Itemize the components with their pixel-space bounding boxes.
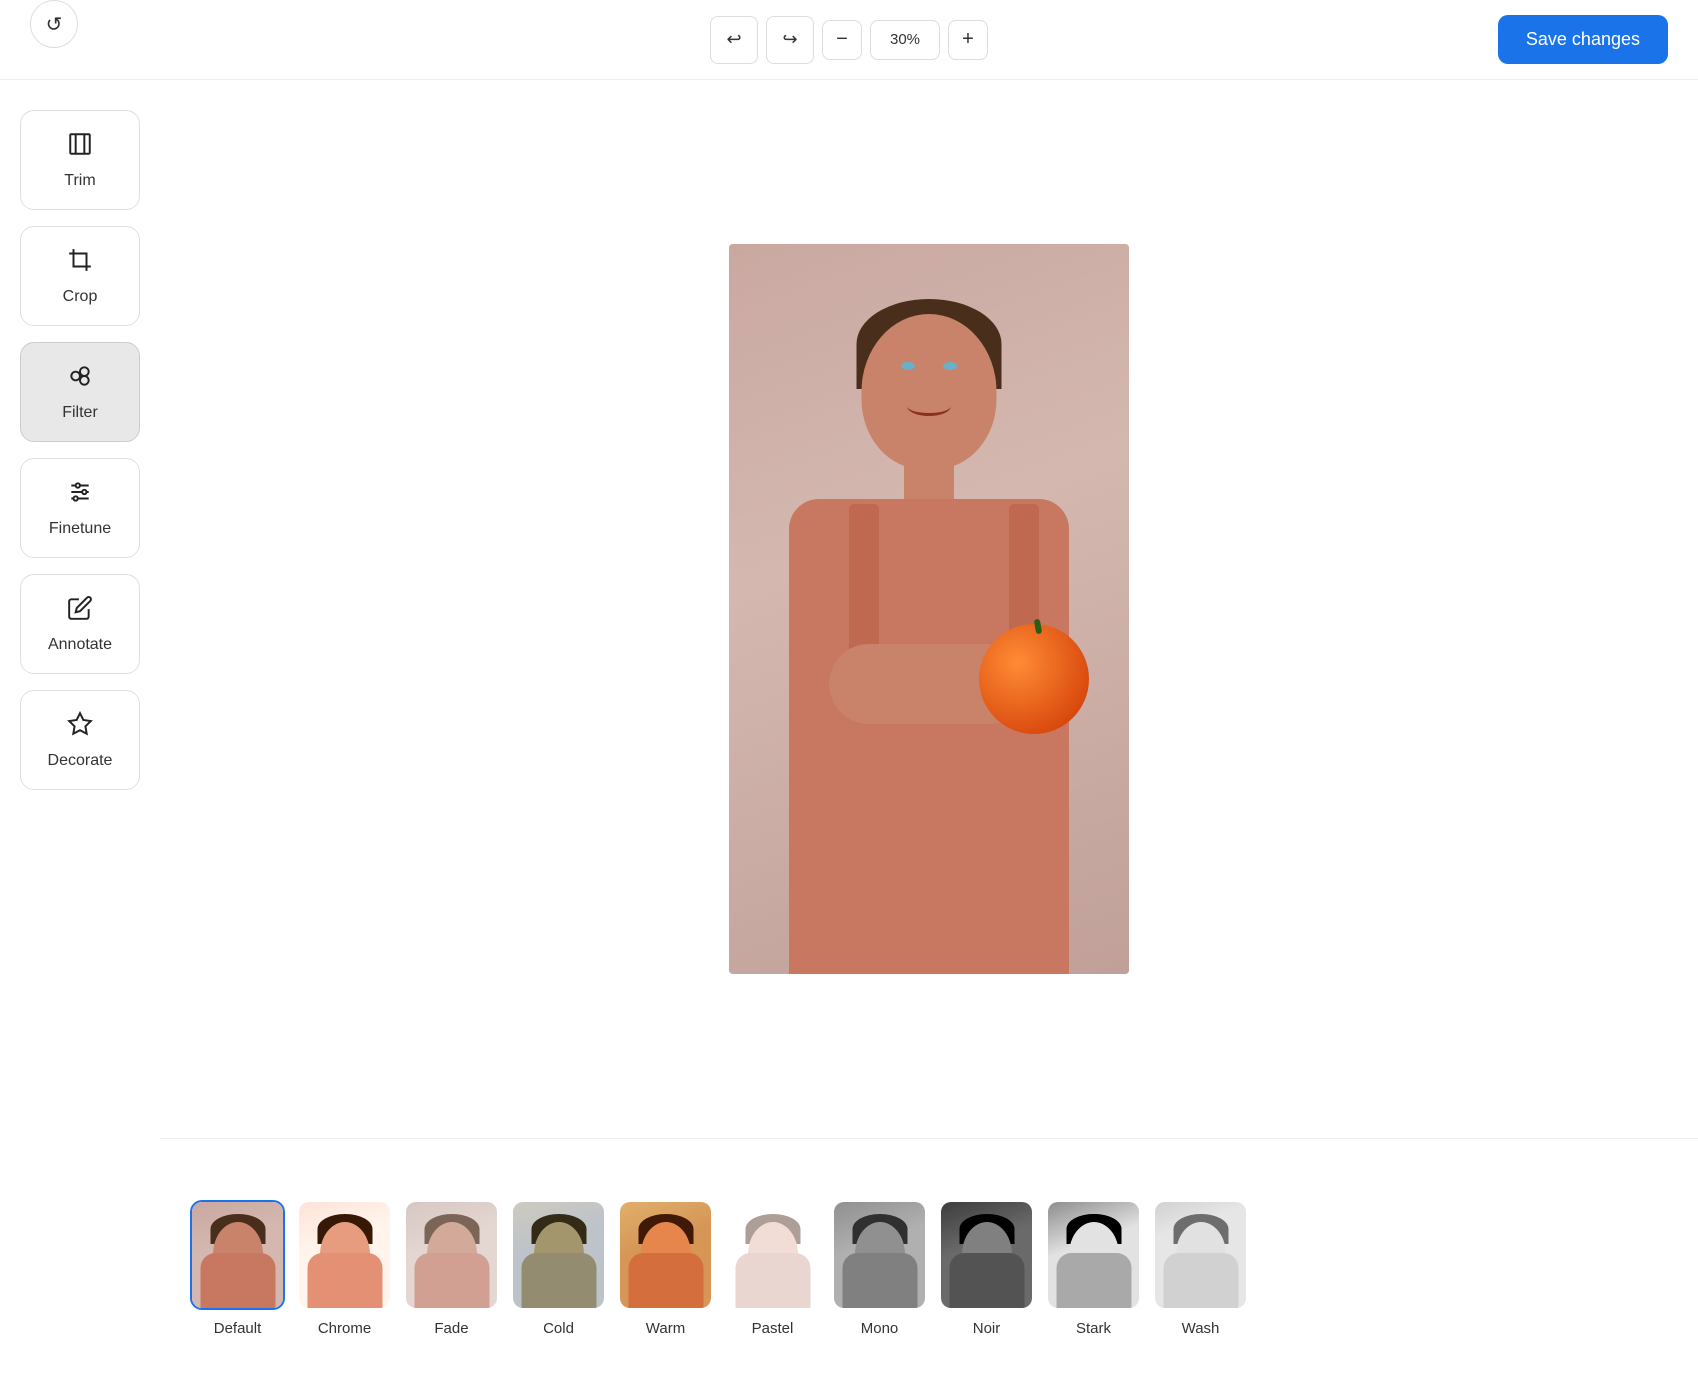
filter-thumb-chrome: [297, 1200, 392, 1310]
zoom-minus-icon: −: [836, 28, 848, 51]
finetune-icon: [67, 479, 93, 512]
sidebar-item-filter[interactable]: Filter: [20, 342, 140, 442]
sidebar-item-annotate[interactable]: Annotate: [20, 574, 140, 674]
filter-item-warm[interactable]: Warm: [618, 1200, 713, 1337]
filter-label-pastel: Pastel: [752, 1320, 794, 1337]
trim-label: Trim: [64, 172, 95, 190]
filter-label-warm: Warm: [646, 1320, 685, 1337]
annotate-label: Annotate: [48, 636, 112, 654]
filter-thumb-warm: [618, 1200, 713, 1310]
filter-label-chrome: Chrome: [318, 1320, 371, 1337]
trim-icon: [67, 131, 93, 164]
filter-thumb-mono: [832, 1200, 927, 1310]
canvas-area: [160, 80, 1698, 1138]
filter-item-cold[interactable]: Cold: [511, 1200, 606, 1337]
filter-thumb-noir: [939, 1200, 1034, 1310]
decorate-icon: [67, 711, 93, 744]
sidebar-item-trim[interactable]: Trim: [20, 110, 140, 210]
filter-item-mono[interactable]: Mono: [832, 1200, 927, 1337]
filter-label-cold: Cold: [543, 1320, 574, 1337]
filter-label: Filter: [62, 404, 98, 422]
crop-icon: [67, 247, 93, 280]
filter-item-stark[interactable]: Stark: [1046, 1200, 1141, 1337]
filter-label-wash: Wash: [1182, 1320, 1220, 1337]
filter-thumb-pastel: [725, 1200, 820, 1310]
crop-label: Crop: [63, 288, 98, 306]
filter-item-noir[interactable]: Noir: [939, 1200, 1034, 1337]
redo-icon: ↪: [782, 29, 797, 50]
photo-canvas: [729, 244, 1129, 974]
filter-item-default[interactable]: Default: [190, 1200, 285, 1337]
filter-thumb-wash: [1153, 1200, 1248, 1310]
annotate-icon: [67, 595, 93, 628]
finetune-label: Finetune: [49, 520, 111, 538]
filter-icon: [67, 363, 93, 396]
filter-thumb-cold: [511, 1200, 606, 1310]
filter-label-mono: Mono: [861, 1320, 899, 1337]
filter-item-chrome[interactable]: Chrome: [297, 1200, 392, 1337]
sidebar: Trim Crop Filter: [0, 80, 160, 1398]
sidebar-item-decorate[interactable]: Decorate: [20, 690, 140, 790]
photo-portrait: [729, 244, 1129, 974]
sidebar-item-finetune[interactable]: Finetune: [20, 458, 140, 558]
filter-thumb-default: [190, 1200, 285, 1310]
filter-item-pastel[interactable]: Pastel: [725, 1200, 820, 1337]
toolbar: ↩ ↪ − 30% + Save changes: [0, 0, 1698, 80]
filter-thumb-fade: [404, 1200, 499, 1310]
redo-button[interactable]: ↪: [766, 16, 814, 64]
filter-thumb-stark: [1046, 1200, 1141, 1310]
zoom-plus-button[interactable]: +: [948, 20, 988, 60]
zoom-minus-button[interactable]: −: [822, 20, 862, 60]
filter-item-fade[interactable]: Fade: [404, 1200, 499, 1337]
filter-item-wash[interactable]: Wash: [1153, 1200, 1248, 1337]
toolbar-center: ↩ ↪ − 30% +: [710, 16, 988, 64]
decorate-label: Decorate: [48, 752, 113, 770]
filter-label-noir: Noir: [973, 1320, 1001, 1337]
undo-button[interactable]: ↩: [710, 16, 758, 64]
zoom-plus-icon: +: [962, 28, 974, 51]
filter-label-stark: Stark: [1076, 1320, 1111, 1337]
save-changes-button[interactable]: Save changes: [1498, 15, 1668, 64]
undo-icon: ↩: [726, 29, 741, 50]
filter-label-default: Default: [214, 1320, 262, 1337]
filter-label-fade: Fade: [434, 1320, 468, 1337]
zoom-value: 30%: [870, 20, 940, 60]
filter-strip: Default Chrome Fade: [160, 1138, 1698, 1398]
sidebar-item-crop[interactable]: Crop: [20, 226, 140, 326]
